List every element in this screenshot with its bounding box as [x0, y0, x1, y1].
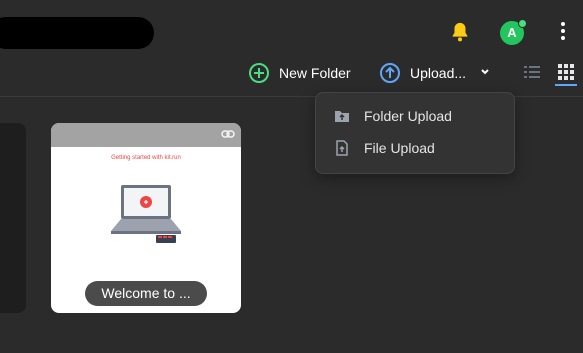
file-name-label: Welcome to ... — [85, 281, 207, 306]
grid-view-active-indicator — [555, 84, 577, 86]
chevron-down-icon[interactable] — [480, 67, 490, 77]
menu-item-file-upload[interactable]: File Upload — [334, 137, 435, 159]
link-icon[interactable] — [221, 128, 235, 140]
upload-button[interactable]: Upload... — [380, 61, 466, 85]
kebab-icon[interactable] — [558, 22, 568, 42]
upload-arrow-icon — [380, 63, 400, 83]
upload-dropdown-menu: Folder Upload File Upload — [315, 92, 515, 174]
search-bar[interactable] — [0, 17, 154, 49]
new-folder-button[interactable]: New Folder — [249, 61, 351, 85]
online-status-dot — [518, 19, 527, 28]
menu-item-label: Folder Upload — [364, 108, 452, 124]
file-upload-icon — [336, 140, 348, 156]
thumbnail-title: Getting started with kit.run — [111, 155, 181, 161]
menu-item-label: File Upload — [364, 140, 435, 156]
file-card-partial[interactable] — [0, 123, 26, 313]
menu-item-folder-upload[interactable]: Folder Upload — [334, 105, 452, 127]
grid-view-icon[interactable] — [558, 64, 574, 80]
new-folder-label: New Folder — [279, 65, 351, 81]
bell-icon[interactable] — [449, 21, 471, 43]
card-header — [51, 123, 241, 147]
plus-circle-icon — [249, 63, 269, 83]
list-view-icon[interactable] — [524, 65, 540, 79]
laptop-illustration — [111, 185, 181, 243]
upload-label: Upload... — [410, 65, 467, 81]
folder-upload-icon — [335, 111, 349, 122]
top-bar: A — [0, 0, 583, 58]
file-card[interactable]: Getting started with kit.run Welcome to … — [51, 123, 241, 313]
